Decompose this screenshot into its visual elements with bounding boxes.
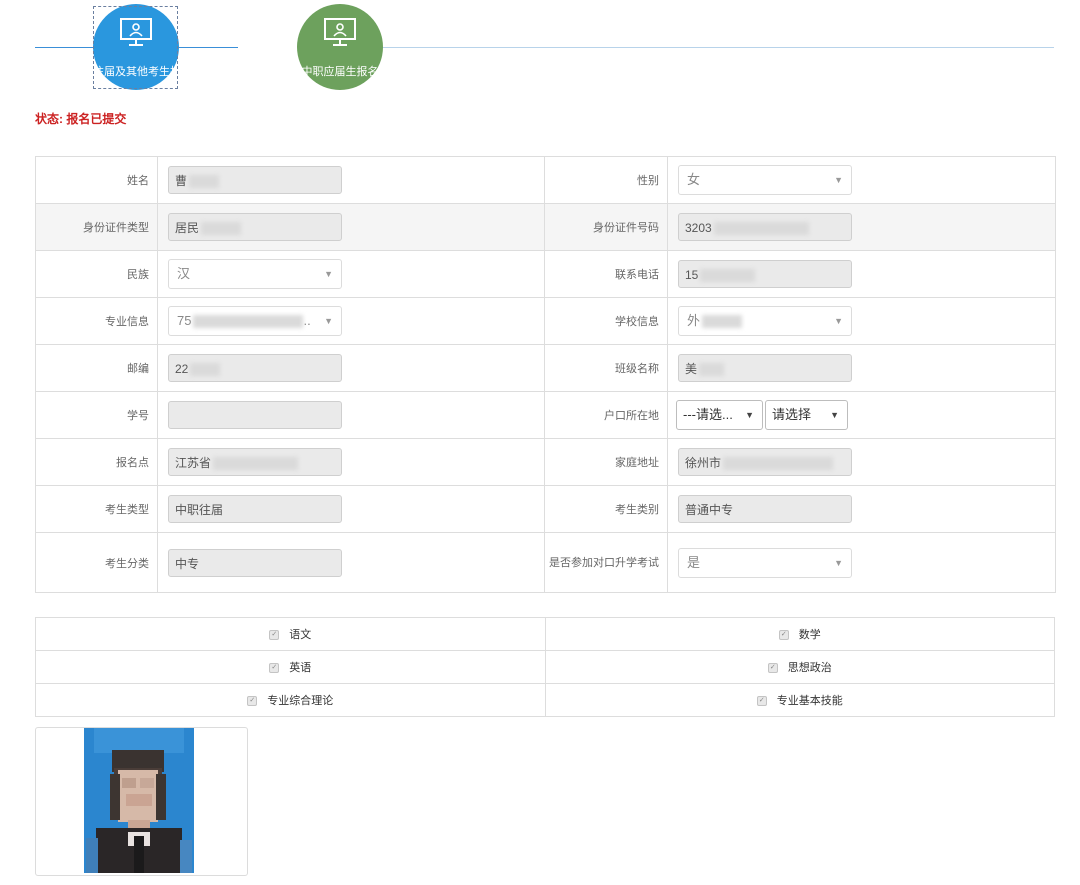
checkbox-checked-icon[interactable]: ✓ — [767, 663, 778, 674]
status-text: 状态: 报名已提交 — [35, 112, 127, 126]
phone-label: 联系电话 — [544, 250, 668, 298]
caret-down-icon: ▼ — [745, 410, 754, 420]
subject-item[interactable]: ✓ 英语 — [35, 650, 546, 684]
checkbox-checked-icon[interactable]: ✓ — [247, 696, 258, 707]
class-name-label: 班级名称 — [544, 344, 668, 392]
subject-row: ✓ 专业综合理论 ✓ 专业基本技能 — [35, 683, 1055, 717]
address-label: 家庭地址 — [544, 438, 668, 486]
subject-item[interactable]: ✓ 专业基本技能 — [544, 683, 1055, 717]
cand-class-label: 考生分类 — [35, 532, 158, 593]
form-row: 专业信息 75.. ▼ 学校信息 外 ▼ — [35, 297, 1056, 345]
caret-down-icon: ▼ — [834, 175, 843, 185]
subject-item[interactable]: ✓ 思想政治 — [544, 650, 1055, 684]
caret-down-icon: ▼ — [324, 269, 333, 279]
subject-row: ✓ 英语 ✓ 思想政治 — [35, 650, 1055, 684]
hukou-city-select[interactable]: 请选择 ▼ — [765, 400, 848, 430]
checkbox-checked-icon[interactable]: ✓ — [269, 663, 280, 674]
step-selection-outline — [93, 6, 178, 89]
hukou-label: 户口所在地 — [544, 391, 668, 439]
cand-category-label: 考生类别 — [544, 485, 668, 533]
id-type-field[interactable]: 居民 — [168, 213, 342, 241]
cand-type-field[interactable]: 中职往届 — [168, 495, 342, 523]
gender-select[interactable]: 女 ▼ — [678, 165, 852, 195]
subject-row: ✓ 语文 ✓ 数学 — [35, 617, 1055, 651]
hukou-province-select[interactable]: ---请选... ▼ — [676, 400, 763, 430]
checkbox-checked-icon[interactable]: ✓ — [269, 630, 280, 641]
form-row: 邮编 22 班级名称 美 — [35, 344, 1056, 392]
caret-down-icon: ▼ — [834, 316, 843, 326]
step-label: 中职应届生报名 — [301, 66, 379, 78]
checkbox-checked-icon[interactable]: ✓ — [778, 630, 789, 641]
registration-form: 姓名 曹 性别 女 ▼ 身份证件类型 居民 身份证件号码 3203 民族 汉 ▼ 联… — [35, 156, 1056, 593]
gender-label: 性别 — [544, 156, 668, 204]
duikou-label: 是否参加对口升学考试 — [544, 532, 668, 593]
form-row: 姓名 曹 性别 女 ▼ — [35, 156, 1056, 204]
reg-point-label: 报名点 — [35, 438, 158, 486]
form-row: 报名点 江苏省 家庭地址 徐州市 — [35, 438, 1056, 486]
form-row: 考生类型 中职往届 考生类别 普通中专 — [35, 485, 1056, 533]
caret-down-icon: ▼ — [834, 557, 843, 568]
subject-item[interactable]: ✓ 语文 — [35, 617, 546, 651]
subjects-table: ✓ 语文 ✓ 数学 ✓ 英语 ✓ 思想政治 ✓ 专业综合理论 ✓ 专业基本技能 — [35, 617, 1055, 717]
caret-down-icon: ▼ — [324, 316, 333, 326]
photo-frame — [35, 727, 248, 876]
name-label: 姓名 — [35, 156, 158, 204]
postcode-label: 邮编 — [35, 344, 158, 392]
id-type-label: 身份证件类型 — [35, 203, 158, 251]
school-label: 学校信息 — [544, 297, 668, 345]
step-vocational-graduate[interactable]: 中职应届生报名 — [297, 4, 383, 90]
name-field[interactable]: 曹 — [168, 166, 342, 194]
candidate-photo — [84, 728, 194, 873]
checkbox-checked-icon[interactable]: ✓ — [756, 696, 767, 707]
pixelated-portrait-icon — [84, 728, 194, 873]
school-select[interactable]: 外 ▼ — [678, 306, 852, 336]
subject-item[interactable]: ✓ 专业综合理论 — [35, 683, 546, 717]
id-number-field[interactable]: 3203 — [678, 213, 852, 241]
duikou-select[interactable]: 是 ▼ — [678, 547, 852, 578]
caret-down-icon: ▼ — [830, 410, 839, 420]
phone-field[interactable]: 15 — [678, 260, 852, 288]
ethnicity-label: 民族 — [35, 250, 158, 298]
major-label: 专业信息 — [35, 297, 158, 345]
cand-category-field[interactable]: 普通中专 — [678, 495, 852, 523]
monitor-user-icon — [324, 18, 356, 46]
address-field[interactable]: 徐州市 — [678, 448, 852, 476]
ethnicity-select[interactable]: 汉 ▼ — [168, 259, 342, 289]
cand-type-label: 考生类型 — [35, 485, 158, 533]
student-no-field[interactable] — [168, 401, 342, 429]
class-name-field[interactable]: 美 — [678, 354, 852, 382]
subject-item[interactable]: ✓ 数学 — [544, 617, 1055, 651]
major-select[interactable]: 75.. ▼ — [168, 306, 342, 336]
form-row: 身份证件类型 居民 身份证件号码 3203 — [35, 203, 1056, 251]
form-row: 学号 户口所在地 ---请选... ▼ 请选择 ▼ — [35, 391, 1056, 439]
form-row: 考生分类 中专 是否参加对口升学考试 是 ▼ — [35, 532, 1056, 593]
student-no-label: 学号 — [35, 391, 158, 439]
reg-point-field[interactable]: 江苏省 — [168, 448, 342, 476]
postcode-field[interactable]: 22 — [168, 354, 342, 382]
id-number-label: 身份证件号码 — [544, 203, 668, 251]
form-row: 民族 汉 ▼ 联系电话 15 — [35, 250, 1056, 298]
cand-class-field[interactable]: 中专 — [168, 548, 342, 577]
step-track-line — [380, 47, 1054, 48]
